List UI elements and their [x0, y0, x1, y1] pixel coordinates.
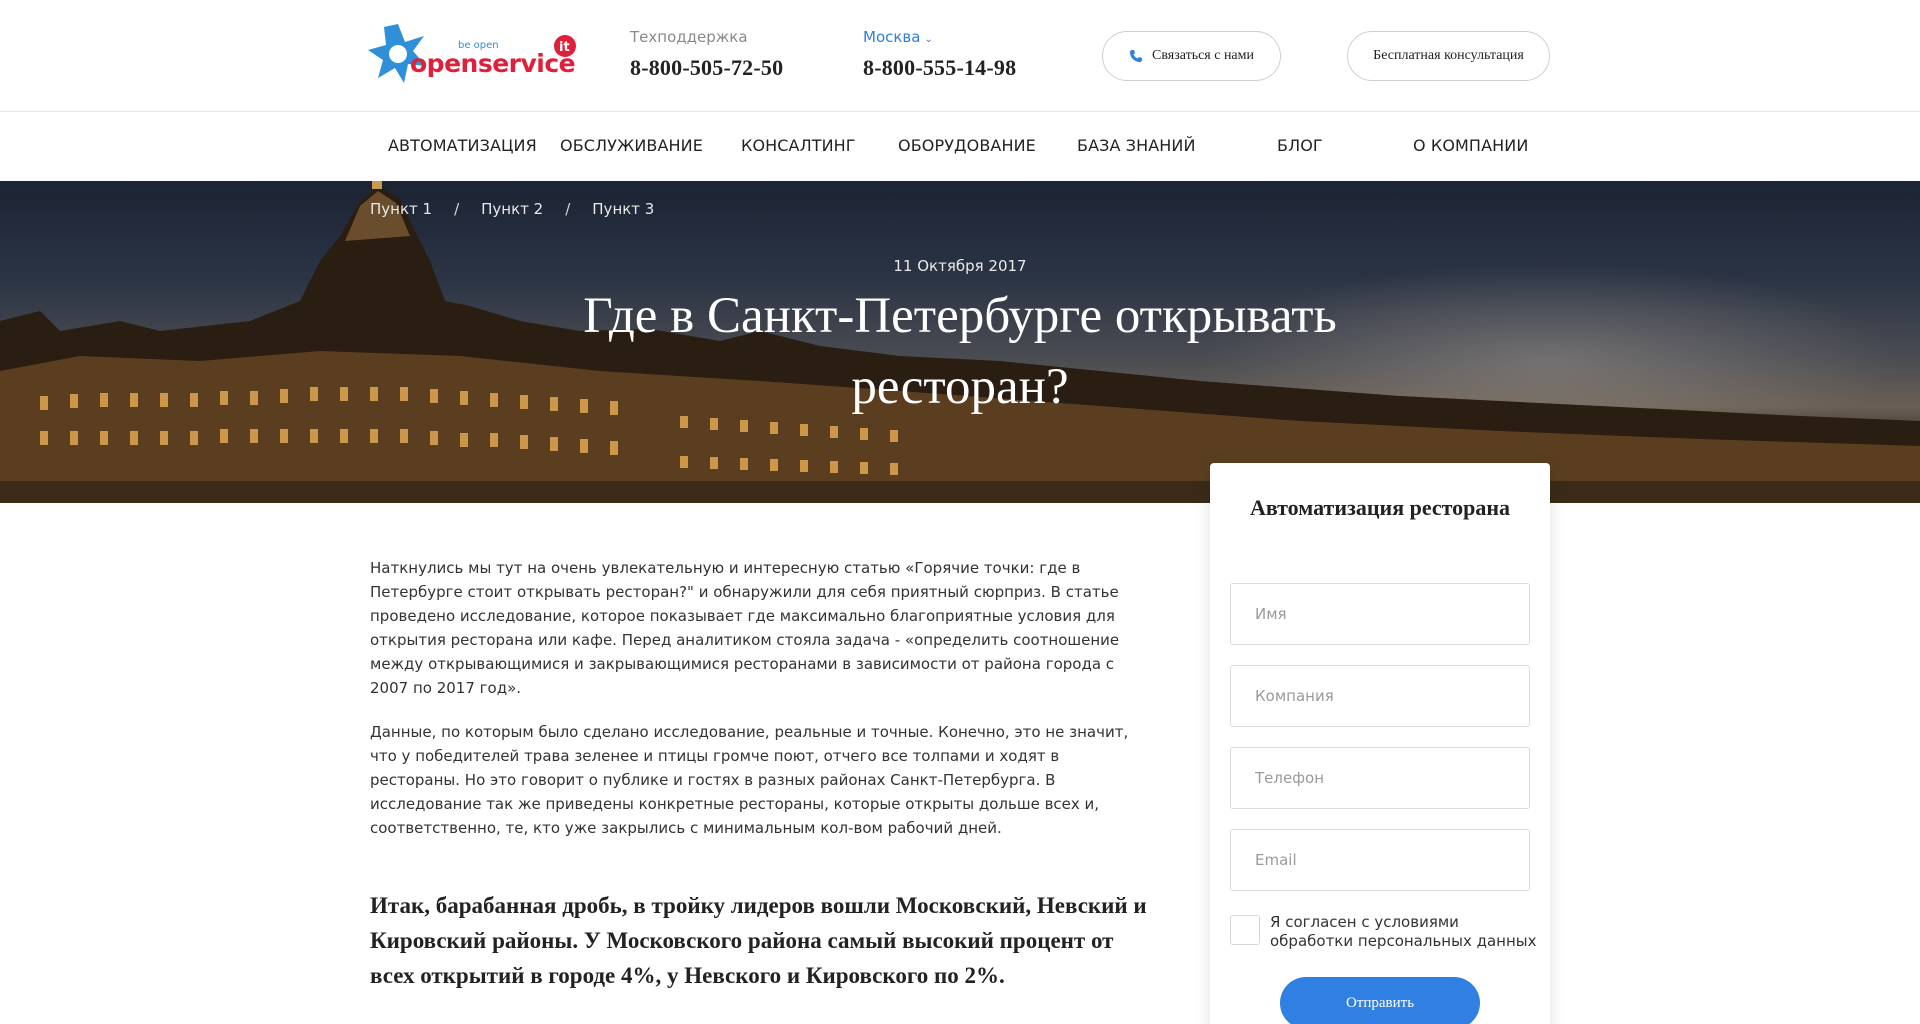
nav-item-automation[interactable]: АВТОМАТИЗАЦИЯ: [388, 136, 537, 155]
contact-us-label: Связаться с нами: [1151, 48, 1254, 63]
breadcrumb-item-1[interactable]: Пункт 1: [370, 200, 432, 218]
article-paragraph: Наткнулись мы тут на очень увлекательную…: [370, 559, 1120, 697]
phone-icon: [1129, 49, 1143, 63]
logo[interactable]: be open openservice it: [368, 20, 583, 90]
nav-item-service[interactable]: ОБСЛУЖИВАНИЕ: [560, 136, 703, 155]
support-contact: Техподдержка 8-800-505-72-50: [630, 28, 783, 81]
company-field[interactable]: [1230, 665, 1530, 727]
support-label: Техподдержка: [630, 28, 748, 46]
name-field[interactable]: [1230, 583, 1530, 645]
hero-banner: Пункт 1 / Пункт 2 / Пункт 3 11 Октября 2…: [0, 181, 1920, 503]
consent-checkbox[interactable]: [1230, 915, 1260, 945]
logo-main-text: openservice: [410, 49, 575, 78]
breadcrumb-separator: /: [565, 200, 571, 218]
support-phone[interactable]: 8-800-505-72-50: [630, 55, 783, 81]
breadcrumb-item-3[interactable]: Пункт 3: [592, 200, 654, 218]
logo-badge: it: [559, 40, 570, 55]
email-field[interactable]: [1230, 829, 1530, 891]
contact-us-button[interactable]: Связаться с нами: [1102, 31, 1281, 81]
article-highlight: Итак, барабанная дробь, в тройку лидеров…: [370, 893, 1147, 988]
logo-graphic: be open openservice it: [368, 24, 576, 83]
article-date: 11 Октября 2017: [893, 257, 1027, 275]
site-header: be open openservice it Техподдержка 8-80…: [0, 0, 1920, 112]
main-nav: АВТОМАТИЗАЦИЯ ОБСЛУЖИВАНИЕ КОНСАЛТИНГ ОБ…: [0, 112, 1920, 181]
phone-field[interactable]: [1230, 747, 1530, 809]
breadcrumb-separator: /: [454, 200, 460, 218]
nav-item-equipment[interactable]: ОБОРУДОВАНИЕ: [898, 136, 1036, 155]
form-title: Автоматизация ресторана: [1249, 495, 1511, 520]
lead-form: Автоматизация ресторана Я согласен с усл…: [1210, 463, 1550, 1024]
free-consultation-label: Бесплатная консультация: [1373, 48, 1524, 63]
consent-label: Я согласен с условиями обработки персона…: [1270, 913, 1537, 950]
breadcrumb: Пункт 1 / Пункт 2 / Пункт 3: [370, 200, 654, 218]
submit-button[interactable]: Отправить: [1280, 977, 1480, 1024]
breadcrumb-item-2[interactable]: Пункт 2: [481, 200, 543, 218]
nav-item-consulting[interactable]: КОНСАЛТИНГ: [741, 136, 856, 155]
nav-item-blog[interactable]: БЛОГ: [1277, 136, 1323, 155]
article-body: Наткнулись мы тут на очень увлекательную…: [370, 556, 1150, 993]
city-phone[interactable]: 8-800-555-14-98: [863, 55, 1016, 81]
article-paragraph: Данные, по которым было сделано исследов…: [370, 723, 1129, 837]
page-title: Где в Санкт-Петербурге открывать рестора…: [583, 288, 1337, 415]
nav-item-knowledge-base[interactable]: БАЗА ЗНАНИЙ: [1077, 136, 1196, 155]
free-consultation-button[interactable]: Бесплатная консультация: [1347, 31, 1550, 81]
city-selector[interactable]: Москва ⌄: [863, 28, 1016, 46]
city-contact: Москва ⌄ 8-800-555-14-98: [863, 28, 1016, 81]
nav-item-about[interactable]: О КОМПАНИИ: [1413, 136, 1528, 155]
city-label: Москва: [863, 28, 921, 46]
chevron-down-icon: ⌄: [924, 34, 933, 45]
